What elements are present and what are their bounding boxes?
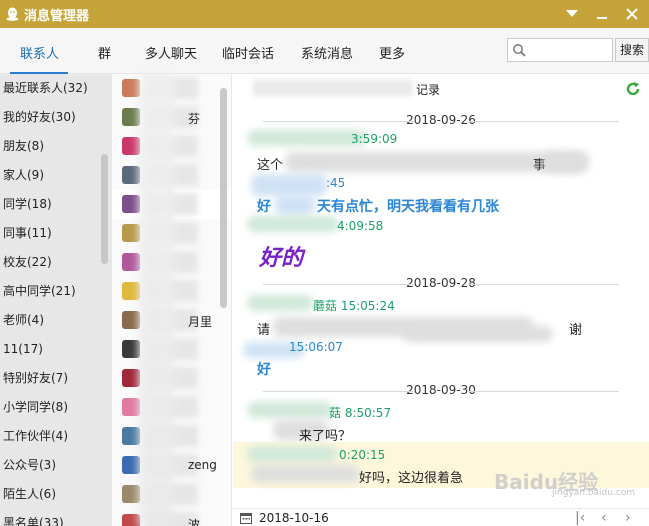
next-page-icon[interactable]: › (625, 510, 631, 526)
chat-footer: 2018-10-16 |‹ ‹ › (233, 508, 649, 526)
search-icon (513, 44, 526, 57)
close-button[interactable] (620, 2, 644, 26)
dropdown-menu-button[interactable] (560, 2, 584, 26)
tab-temp-session[interactable]: 临时会话 (222, 43, 274, 62)
privacy-blur (247, 402, 333, 418)
group-item[interactable]: 11(17) (3, 335, 109, 364)
group-item[interactable]: 我的好友(30) (3, 103, 109, 132)
footer-date: 2018-10-16 (259, 511, 329, 525)
message-text: 好 (257, 362, 271, 378)
group-item[interactable]: 工作伙伴(4) (3, 422, 109, 451)
contact-name: 芬 (188, 112, 201, 126)
date-label: 2018-09-28 (400, 276, 482, 290)
privacy-blur (138, 74, 174, 526)
first-page-icon[interactable]: |‹ (575, 510, 585, 526)
group-item[interactable]: 校友(22) (3, 248, 109, 277)
calendar-icon[interactable] (240, 512, 252, 524)
date-label: 2018-09-30 (400, 383, 482, 397)
message-text: 好的 (259, 246, 304, 271)
window-title: 消息管理器 (24, 9, 90, 24)
message-meta: 菇 8:50:57 (329, 406, 392, 420)
refresh-icon[interactable] (625, 81, 641, 97)
tab-more[interactable]: 更多 (379, 43, 405, 62)
chat-history: 记录 2018-09-26 3:59:09 这个 事 :45 好 天有点忙，明天… (233, 74, 649, 508)
date-separator: 2018-09-26 (243, 113, 639, 129)
search-box (507, 38, 613, 62)
date-separator: 2018-09-30 (243, 383, 639, 399)
group-item[interactable]: 特别好友(7) (3, 364, 109, 393)
message-meta: 3:59:09 (351, 132, 398, 146)
date-label: 2018-09-26 (400, 113, 482, 127)
tab-contacts[interactable]: 联系人 (20, 43, 59, 62)
contact-name: 波 (188, 518, 201, 526)
tab-multi-chat[interactable]: 多人聊天 (145, 43, 197, 62)
baidu-watermark-url: jingyan.baidu.com (552, 488, 636, 498)
group-list-scrollbar[interactable] (101, 154, 108, 264)
tab-bar: 联系人 群 多人聊天 临时会话 系统消息 更多 搜索 (0, 28, 649, 74)
tab-groups[interactable]: 群 (98, 43, 111, 62)
message-meta: 蘑菇 15:05:24 (313, 299, 395, 313)
close-icon (626, 8, 638, 20)
contact-name: zeng (188, 458, 217, 472)
qq-penguin-icon (6, 7, 19, 21)
chat-header-label: 记录 (416, 83, 441, 97)
group-item[interactable]: 朋友(8) (3, 132, 109, 161)
contact-list-scrollbar[interactable] (220, 88, 227, 308)
message-meta: :45 (326, 176, 346, 190)
message-meta: 0:20:15 (339, 448, 386, 462)
chevron-down-icon (566, 10, 578, 17)
group-item[interactable]: 陌生人(6) (3, 480, 109, 509)
message-text: 请 (257, 323, 271, 338)
contact-name: 月里 (188, 315, 213, 329)
group-item[interactable]: 高中同学(21) (3, 277, 109, 306)
privacy-blur (247, 130, 367, 146)
privacy-blur (247, 295, 313, 311)
message-text: 好 (257, 199, 271, 215)
minimize-icon (597, 17, 607, 19)
search-button[interactable]: 搜索 (615, 38, 649, 62)
privacy-blur (275, 195, 315, 215)
title-bar: 消息管理器 (0, 0, 649, 28)
privacy-blur (251, 174, 327, 196)
message-text-tail: 谢 (569, 323, 583, 338)
group-item[interactable]: 最近联系人(32) (3, 74, 109, 103)
group-item[interactable]: 同学(18) (3, 190, 109, 219)
group-item[interactable]: 黑名单(33) (3, 509, 109, 526)
privacy-blur (403, 326, 553, 342)
group-list: 最近联系人(32) 我的好友(30) 朋友(8) 家人(9) 同学(18) 同事… (0, 74, 112, 526)
search-input[interactable] (530, 41, 610, 59)
group-item[interactable]: 公众号(3) (3, 451, 109, 480)
privacy-blur (253, 80, 413, 96)
message-text: 天有点忙，明天我看看有几张 (317, 199, 499, 215)
privacy-blur (247, 216, 339, 232)
privacy-blur (247, 446, 337, 462)
group-item[interactable]: 家人(9) (3, 161, 109, 190)
group-item[interactable]: 老师(4) (3, 306, 109, 335)
date-separator: 2018-09-28 (243, 276, 639, 292)
group-item[interactable]: 小学同学(8) (3, 393, 109, 422)
message-text: 好吗，这边很着急 (359, 471, 464, 486)
minimize-button[interactable] (590, 2, 614, 26)
group-item[interactable]: 同事(11) (3, 219, 109, 248)
message-meta: 15:06:07 (289, 340, 343, 354)
message-text: 这个 (257, 158, 284, 173)
privacy-blur (543, 152, 589, 172)
previous-page-icon[interactable]: ‹ (601, 510, 607, 526)
privacy-blur (251, 465, 359, 483)
message-meta: 4:09:58 (337, 219, 384, 233)
tab-system-messages[interactable]: 系统消息 (301, 43, 353, 62)
